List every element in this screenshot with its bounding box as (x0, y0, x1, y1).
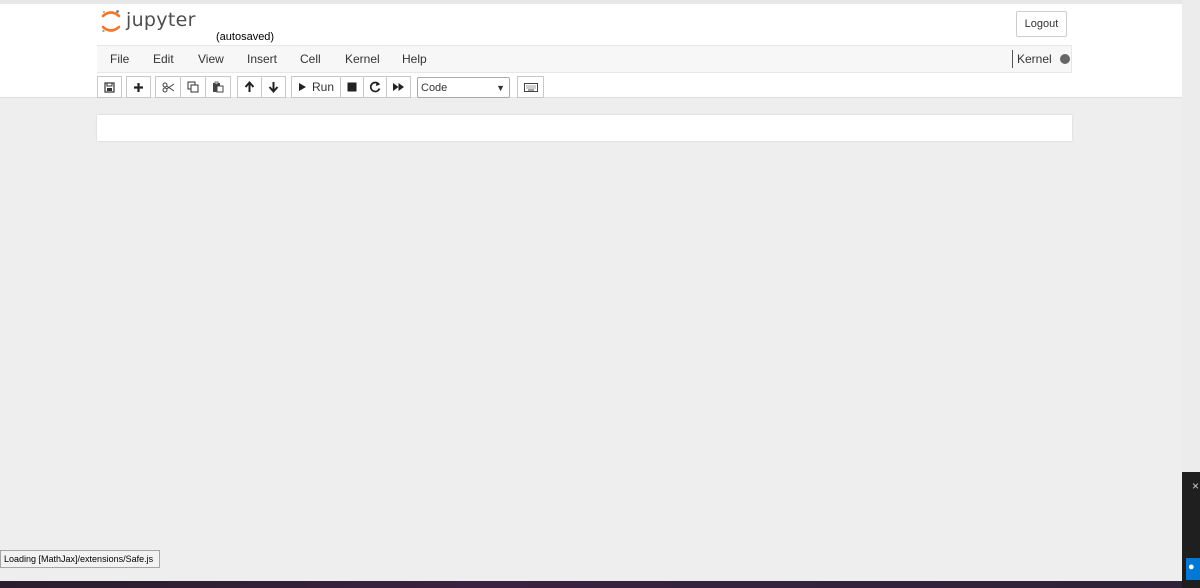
mathjax-loading-status: Loading [MathJax]/extensions/Safe.js (0, 550, 161, 568)
command-palette-button[interactable] (517, 76, 544, 98)
interrupt-kernel-button[interactable] (340, 76, 364, 98)
run-button[interactable]: Run (291, 76, 341, 98)
move-cell-up-button[interactable] (237, 76, 262, 98)
kernel-idle-dot-icon (1059, 54, 1070, 64)
close-icon[interactable]: × (1192, 479, 1199, 493)
restart-run-all-button[interactable] (386, 76, 411, 98)
chevron-down-icon: ▼ (496, 82, 505, 93)
menu-kernel[interactable]: Kernel (345, 52, 380, 66)
menu-cell[interactable]: Cell (300, 52, 321, 66)
bell-icon: ● (1188, 561, 1195, 573)
plus-icon (134, 82, 143, 92)
jupyter-logo-text: jupyter (126, 9, 196, 31)
restart-kernel-button[interactable] (363, 76, 387, 98)
menu-file[interactable]: File (110, 52, 129, 66)
menubar: File Edit View Insert Cell Kernel Help K… (97, 45, 1072, 73)
notebook-header: jupyter (autosaved) Logout File Edit Vie… (0, 0, 1182, 98)
taskbar-edge (0, 581, 1182, 588)
menu-help[interactable]: Help (402, 52, 427, 66)
jupyter-logo[interactable]: jupyter (100, 8, 196, 33)
arrow-up-icon (244, 81, 255, 92)
arrow-down-icon (268, 82, 279, 93)
save-icon (104, 81, 115, 93)
play-icon (298, 83, 306, 91)
fast-forward-icon (393, 83, 404, 91)
stop-icon (347, 82, 357, 92)
paste-button[interactable] (205, 76, 231, 98)
scissors-icon (162, 82, 174, 92)
kernel-status-label: Kernel (1017, 52, 1052, 66)
move-cell-down-button[interactable] (261, 76, 286, 98)
menu-edit[interactable]: Edit (153, 52, 174, 66)
cell-type-select[interactable]: Code ▼ (417, 77, 510, 98)
save-button[interactable] (97, 76, 122, 98)
insert-cell-button[interactable] (126, 76, 151, 98)
cut-button[interactable] (155, 76, 181, 98)
run-button-label: Run (311, 80, 334, 94)
adjacent-window-edge (1182, 0, 1200, 472)
desktop-edge: × ● (1182, 0, 1200, 588)
copy-button[interactable] (180, 76, 206, 98)
copy-icon (187, 81, 199, 93)
logout-button[interactable]: Logout (1016, 11, 1067, 37)
jupyter-logo-icon (100, 8, 122, 33)
keyboard-icon (523, 82, 538, 92)
kernel-status-indicator: Kernel (1012, 50, 1070, 68)
menu-insert[interactable]: Insert (247, 52, 277, 66)
restart-icon (369, 81, 381, 93)
cell-type-value: Code (421, 81, 448, 94)
paste-icon (213, 81, 224, 93)
browser-viewport: jupyter (autosaved) Logout File Edit Vie… (0, 0, 1182, 581)
notebook-container[interactable] (97, 115, 1072, 141)
autosave-status: (autosaved) (216, 31, 275, 43)
menu-view[interactable]: View (198, 52, 224, 66)
